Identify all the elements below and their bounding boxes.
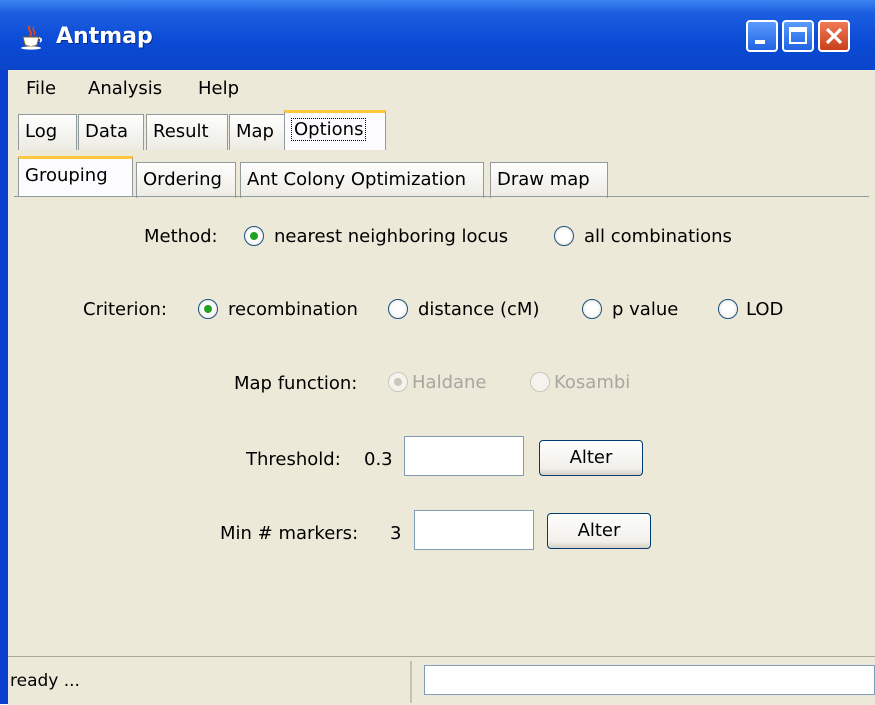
minimize-icon: [755, 40, 765, 44]
method-option-all[interactable]: all combinations: [584, 226, 732, 247]
map-function-radio-kosambi: [530, 372, 550, 392]
tab-ordering[interactable]: Ordering: [136, 162, 236, 198]
client-area: File Analysis Help Log Data Result Map O…: [8, 70, 875, 704]
tab-panel-border: [14, 196, 869, 197]
method-radio-nearest[interactable]: [244, 226, 264, 246]
method-radio-all[interactable]: [554, 226, 574, 246]
threshold-value: 0.3: [364, 449, 393, 470]
min-markers-alter-button[interactable]: Alter: [547, 513, 651, 549]
tab-result[interactable]: Result: [146, 114, 228, 150]
method-label: Method:: [144, 226, 218, 247]
criterion-radio-pvalue[interactable]: [582, 299, 602, 319]
map-function-option-haldane: Haldane: [412, 372, 487, 393]
status-separator: [410, 661, 412, 703]
criterion-radio-recombination[interactable]: [198, 299, 218, 319]
menu-file[interactable]: File: [26, 78, 56, 99]
close-icon: [825, 27, 843, 45]
map-function-option-kosambi: Kosambi: [554, 372, 631, 393]
menu-analysis[interactable]: Analysis: [88, 78, 162, 99]
tab-draw-map[interactable]: Draw map: [490, 162, 608, 198]
tab-options-label: Options: [291, 118, 367, 141]
map-function-label: Map function:: [234, 373, 358, 394]
tab-data[interactable]: Data: [78, 114, 144, 150]
menu-bar: File Analysis Help: [8, 70, 875, 106]
min-markers-input[interactable]: [414, 510, 534, 550]
minimize-button[interactable]: [746, 20, 778, 52]
close-button[interactable]: [818, 20, 850, 52]
window-title: Antmap: [56, 24, 153, 49]
tab-map[interactable]: Map: [229, 114, 290, 150]
min-markers-label: Min # markers:: [220, 523, 359, 544]
min-markers-value: 3: [390, 523, 402, 544]
criterion-radio-lod[interactable]: [718, 299, 738, 319]
status-bar: ready ...: [8, 656, 875, 705]
criterion-option-distance[interactable]: distance (cM): [418, 299, 539, 320]
map-function-radio-haldane: [388, 372, 408, 392]
criterion-label: Criterion:: [83, 299, 167, 320]
menu-help[interactable]: Help: [198, 78, 239, 99]
criterion-option-lod[interactable]: LOD: [746, 299, 783, 320]
status-text: ready ...: [10, 671, 80, 691]
tab-log[interactable]: Log: [18, 114, 77, 150]
threshold-label: Threshold:: [246, 449, 341, 470]
maximize-icon: [789, 27, 807, 44]
title-bar[interactable]: Antmap: [0, 0, 875, 70]
criterion-option-recombination[interactable]: recombination: [228, 299, 358, 320]
tab-ant-colony-optimization[interactable]: Ant Colony Optimization: [240, 162, 484, 198]
maximize-button[interactable]: [782, 20, 814, 52]
tab-options[interactable]: Options: [284, 110, 386, 150]
threshold-alter-button[interactable]: Alter: [539, 440, 643, 476]
method-option-nearest[interactable]: nearest neighboring locus: [274, 226, 508, 247]
threshold-input[interactable]: [404, 436, 524, 476]
criterion-option-pvalue[interactable]: p value: [612, 299, 678, 320]
progress-bar: [424, 665, 875, 695]
tab-grouping[interactable]: Grouping: [18, 156, 133, 196]
app-window: Antmap File Analysis Help Log Data Resul…: [0, 0, 875, 705]
criterion-radio-distance[interactable]: [388, 299, 408, 319]
java-cup-icon: [21, 25, 43, 50]
